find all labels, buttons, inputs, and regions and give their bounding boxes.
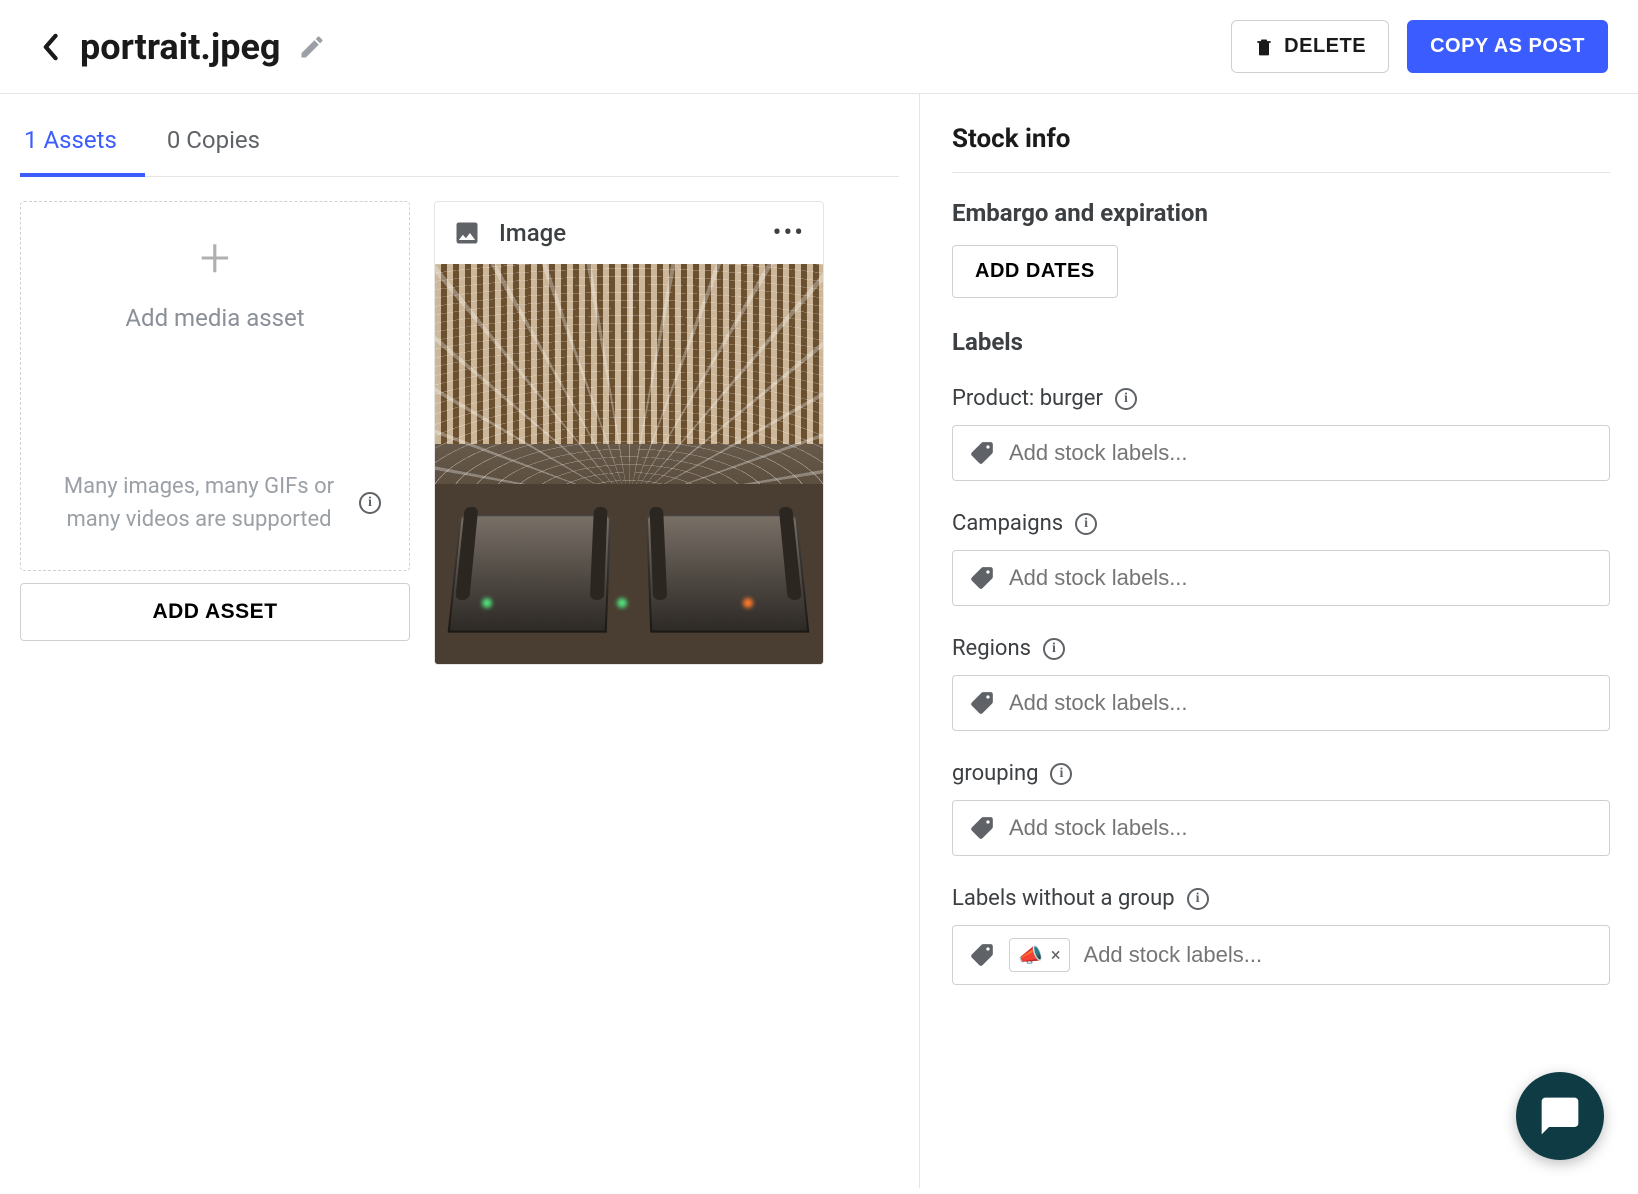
stock-info-pane: Stock info Embargo and expiration ADD DA… (920, 94, 1638, 1188)
info-icon[interactable] (1187, 888, 1209, 910)
tab-copies[interactable]: 0 Copies (163, 102, 288, 176)
page-header: portrait.jpeg DELETE COPY AS POST (0, 0, 1638, 94)
campaigns-input[interactable] (952, 550, 1610, 606)
product-label: Product: burger (952, 386, 1103, 411)
plus-icon: + (200, 232, 231, 286)
chat-icon (1538, 1094, 1582, 1138)
add-dates-button[interactable]: ADD DATES (952, 245, 1118, 298)
info-icon[interactable] (1075, 513, 1097, 535)
back-button[interactable] (30, 27, 70, 67)
regions-label: Regions (952, 636, 1031, 661)
chat-fab[interactable] (1516, 1072, 1604, 1160)
chevron-left-icon (41, 33, 59, 61)
ungrouped-input-field[interactable] (1084, 942, 1593, 968)
info-icon[interactable] (359, 492, 381, 514)
add-asset-button[interactable]: ADD ASSET (20, 583, 410, 641)
asset-type-label: Image (499, 219, 755, 247)
add-media-dropzone[interactable]: + Add media asset Many images, many GIFs… (20, 201, 410, 571)
image-icon (453, 219, 481, 247)
tab-assets[interactable]: 1 Assets (20, 102, 145, 176)
grouping-label: grouping (952, 761, 1038, 786)
ungrouped-label: Labels without a group (952, 886, 1175, 911)
regions-input-field[interactable] (1009, 690, 1593, 716)
tag-icon (969, 942, 995, 968)
campaigns-input-field[interactable] (1009, 565, 1593, 591)
delete-label: DELETE (1284, 35, 1366, 58)
tabs: 1 Assets 0 Copies (20, 102, 899, 177)
delete-button[interactable]: DELETE (1231, 20, 1389, 73)
asset-more-button[interactable]: ••• (773, 218, 805, 248)
stock-info-title: Stock info (952, 124, 1610, 154)
info-icon[interactable] (1043, 638, 1065, 660)
page-title: portrait.jpeg (80, 26, 280, 68)
pencil-icon (298, 33, 326, 61)
labels-title: Labels (952, 328, 1610, 356)
product-input-field[interactable] (1009, 440, 1593, 466)
campaigns-label: Campaigns (952, 511, 1063, 536)
copy-as-post-button[interactable]: COPY AS POST (1407, 20, 1608, 73)
megaphone-icon: 📣 (1018, 943, 1043, 967)
embargo-title: Embargo and expiration (952, 199, 1610, 227)
chip-remove-button[interactable]: × (1051, 945, 1061, 966)
edit-title-button[interactable] (298, 33, 326, 61)
tag-icon (969, 815, 995, 841)
dropzone-subtitle: Many images, many GIFs or many videos ar… (49, 470, 349, 536)
info-icon[interactable] (1115, 388, 1137, 410)
label-chip[interactable]: 📣 × (1009, 938, 1070, 972)
asset-thumbnail[interactable] (435, 264, 823, 664)
info-icon[interactable] (1050, 763, 1072, 785)
tag-icon (969, 440, 995, 466)
trash-icon (1254, 36, 1274, 58)
tag-icon (969, 565, 995, 591)
dropzone-title: Add media asset (125, 304, 304, 332)
regions-input[interactable] (952, 675, 1610, 731)
ungrouped-input[interactable]: 📣 × (952, 925, 1610, 985)
asset-card: Image ••• (434, 201, 824, 665)
product-input[interactable] (952, 425, 1610, 481)
assets-pane: 1 Assets 0 Copies + Add media asset Many… (0, 94, 920, 1188)
grouping-input-field[interactable] (1009, 815, 1593, 841)
grouping-input[interactable] (952, 800, 1610, 856)
tag-icon (969, 690, 995, 716)
